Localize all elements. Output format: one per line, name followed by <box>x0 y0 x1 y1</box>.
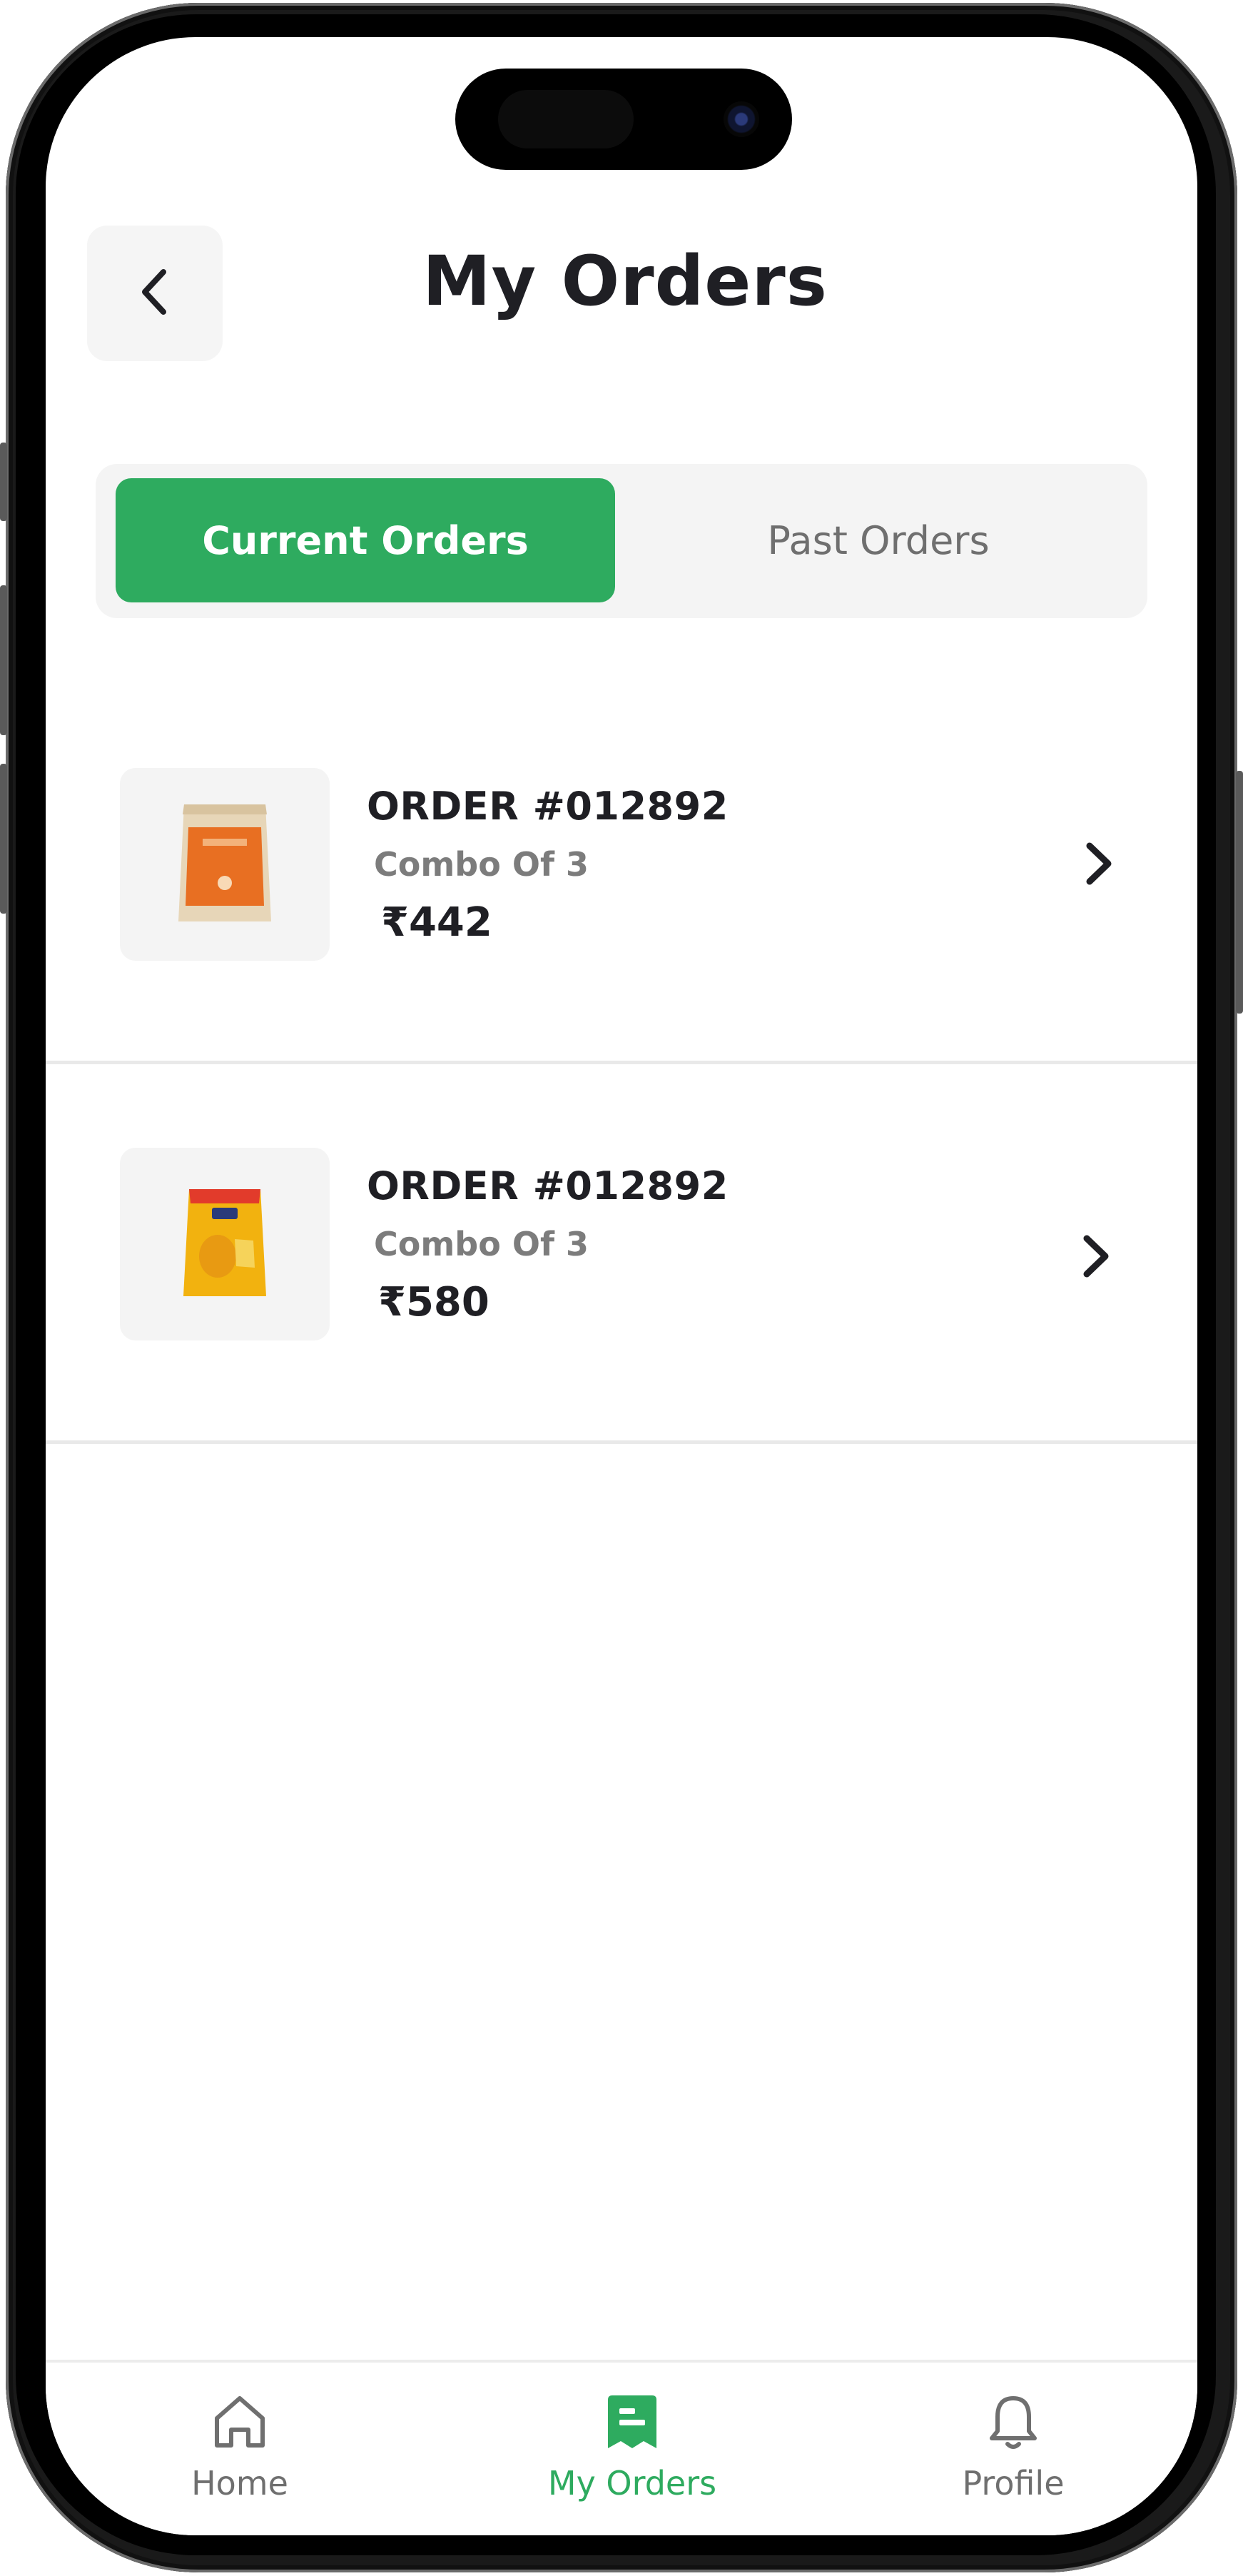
order-thumbnail <box>120 1148 330 1340</box>
home-icon <box>210 2391 270 2454</box>
page: My Orders Current Orders Past Orders ORD… <box>0 0 1243 2576</box>
phone-side-button <box>1236 771 1243 1014</box>
order-price: ₹442 <box>381 899 492 946</box>
phone-side-button <box>0 764 7 914</box>
atta-flour-pack-orange-icon <box>171 799 278 930</box>
dynamic-island <box>455 69 792 170</box>
order-subtitle: Combo Of 3 <box>374 1225 589 1263</box>
order-list-item[interactable]: ORDER #012892 Combo Of 3 ₹580 <box>46 1072 1197 1452</box>
tab-current-orders[interactable]: Current Orders <box>116 478 615 602</box>
nav-profile[interactable]: Profile <box>899 2391 1127 2502</box>
app-screen: My Orders Current Orders Past Orders ORD… <box>46 37 1197 2535</box>
bottom-nav: Home My Orders Profile <box>46 2360 1197 2535</box>
divider <box>46 1061 1197 1064</box>
order-number: ORDER #012892 <box>367 784 729 829</box>
order-price: ₹580 <box>378 1279 489 1325</box>
order-tabs: Current Orders Past Orders <box>96 464 1147 618</box>
page-title: My Orders <box>422 241 828 321</box>
nav-profile-label: Profile <box>962 2464 1065 2502</box>
phone-side-button <box>0 585 7 735</box>
nav-home[interactable]: Home <box>126 2391 354 2502</box>
nav-home-label: Home <box>191 2464 288 2502</box>
order-number: ORDER #012892 <box>367 1163 729 1208</box>
atta-flour-pack-yellow-icon <box>175 1182 275 1306</box>
orders-receipt-icon <box>602 2391 662 2454</box>
order-subtitle: Combo Of 3 <box>374 845 589 884</box>
chevron-right-icon <box>1067 1228 1125 1285</box>
order-thumbnail <box>120 768 330 961</box>
nav-my-orders-label: My Orders <box>547 2464 717 2502</box>
phone-side-button <box>0 443 7 521</box>
island-sensor <box>498 90 634 148</box>
nav-my-orders[interactable]: My Orders <box>518 2391 746 2502</box>
bell-icon <box>983 2391 1043 2454</box>
order-list-item[interactable]: ORDER #012892 Combo Of 3 ₹442 <box>46 692 1197 1072</box>
front-camera <box>724 101 759 137</box>
chevron-right-icon <box>1070 835 1127 892</box>
tab-past-orders[interactable]: Past Orders <box>624 478 1133 602</box>
divider <box>46 1440 1197 1444</box>
